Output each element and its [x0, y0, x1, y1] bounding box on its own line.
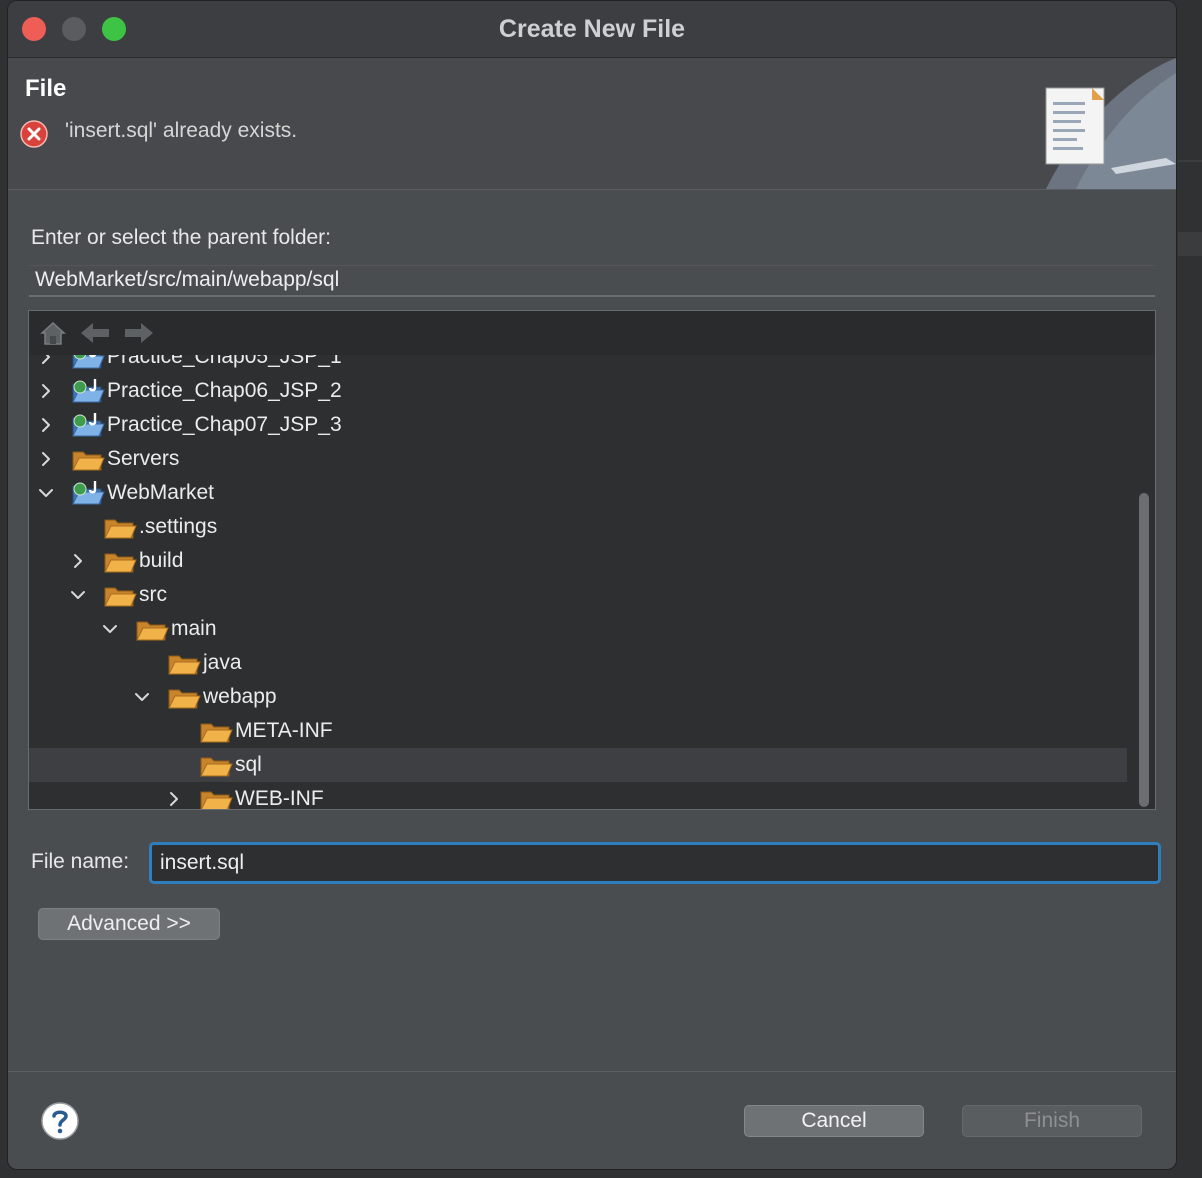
- tree-item-label: Practice_Chap05_JSP_1: [107, 355, 342, 368]
- folder-icon: [200, 791, 233, 809]
- tree-item[interactable]: webapp: [29, 680, 1127, 714]
- chevron-right-icon[interactable]: [37, 450, 55, 468]
- folder-tree[interactable]: Practice_Chap05_JSP_1 Practice_Chap06_JSP…: [28, 310, 1156, 810]
- tree-item-label: Servers: [107, 447, 180, 470]
- tree-item[interactable]: META-INF: [29, 714, 1127, 748]
- wizard-header: File 'insert.sql' already exists.: [8, 58, 1176, 190]
- web-project-icon: [72, 379, 105, 403]
- help-icon[interactable]: [40, 1101, 80, 1141]
- tree-item-label: .settings: [139, 515, 218, 538]
- tree-item[interactable]: build: [29, 544, 1127, 578]
- tree-item[interactable]: main: [29, 612, 1127, 646]
- tree-items: Practice_Chap05_JSP_1 Practice_Chap06_JSP…: [29, 355, 1127, 809]
- footer-divider: [8, 1071, 1176, 1072]
- web-project-icon: [72, 413, 105, 437]
- home-icon[interactable]: [39, 319, 67, 347]
- folder-icon: [136, 621, 169, 641]
- folder-icon: [104, 519, 137, 539]
- tree-item-label: Practice_Chap07_JSP_3: [107, 413, 342, 436]
- forward-arrow-icon[interactable]: [123, 319, 155, 347]
- error-message: 'insert.sql' already exists.: [65, 119, 298, 142]
- tree-item-label: main: [171, 617, 217, 640]
- tree-toolbar: [29, 311, 1155, 355]
- tree-item[interactable]: Practice_Chap07_JSP_3: [29, 408, 1127, 442]
- title-bar[interactable]: Create New File: [8, 1, 1176, 58]
- file-name-label: File name:: [31, 850, 130, 873]
- dialog-title: Create New File: [498, 15, 686, 43]
- file-name-input[interactable]: [149, 842, 1161, 884]
- wizard-page-title: File: [25, 75, 67, 102]
- tree-item[interactable]: java: [29, 646, 1127, 680]
- tree-item[interactable]: WebMarket: [29, 476, 1127, 510]
- folder-icon: [168, 689, 201, 709]
- folder-icon: [200, 723, 233, 743]
- folder-icon: [168, 655, 201, 675]
- tree-item-label: java: [203, 651, 242, 674]
- chevron-down-icon[interactable]: [101, 620, 119, 638]
- new-file-banner-icon: [1045, 58, 1176, 189]
- chevron-down-icon[interactable]: [133, 688, 151, 706]
- tree-item[interactable]: WEB-INF: [29, 782, 1127, 809]
- advanced-button[interactable]: Advanced >>: [38, 908, 220, 940]
- parent-folder-input[interactable]: WebMarket/src/main/webapp/sql: [29, 265, 1155, 297]
- parent-folder-label: Enter or select the parent folder:: [31, 226, 331, 249]
- folder-icon: [104, 553, 137, 573]
- tree-item-label: webapp: [203, 685, 277, 708]
- tree-scrollbar[interactable]: [1139, 493, 1149, 807]
- chevron-right-icon[interactable]: [165, 790, 183, 808]
- folder-icon: [200, 757, 233, 777]
- back-arrow-icon[interactable]: [79, 319, 111, 347]
- tree-item[interactable]: Servers: [29, 442, 1127, 476]
- web-project-icon: [72, 355, 105, 369]
- tree-item-label: META-INF: [235, 719, 333, 742]
- chevron-down-icon[interactable]: [69, 586, 87, 604]
- folder-icon: [72, 451, 105, 471]
- cancel-button[interactable]: Cancel: [744, 1105, 924, 1137]
- tree-item-label: WebMarket: [107, 481, 214, 504]
- tree-item[interactable]: Practice_Chap06_JSP_2: [29, 374, 1127, 408]
- chevron-right-icon[interactable]: [37, 382, 55, 400]
- web-project-icon: [72, 481, 105, 505]
- error-icon: [20, 120, 48, 148]
- finish-button[interactable]: Finish: [962, 1105, 1142, 1137]
- tree-item[interactable]: sql: [29, 748, 1127, 782]
- tree-item-label: WEB-INF: [235, 787, 324, 809]
- tree-item[interactable]: .settings: [29, 510, 1127, 544]
- tree-item-label: Practice_Chap06_JSP_2: [107, 379, 342, 402]
- tree-item-label: sql: [235, 753, 262, 776]
- tree-item-label: build: [139, 549, 184, 572]
- tree-item-label: src: [139, 583, 167, 606]
- create-new-file-dialog: Create New File File 'insert.sql' alread…: [7, 0, 1177, 1170]
- tree-item[interactable]: src: [29, 578, 1127, 612]
- chevron-right-icon[interactable]: [37, 416, 55, 434]
- folder-icon: [104, 587, 137, 607]
- tree-item[interactable]: Practice_Chap05_JSP_1: [29, 355, 1127, 374]
- chevron-right-icon[interactable]: [37, 355, 55, 366]
- chevron-right-icon[interactable]: [69, 552, 87, 570]
- chevron-down-icon[interactable]: [37, 484, 55, 502]
